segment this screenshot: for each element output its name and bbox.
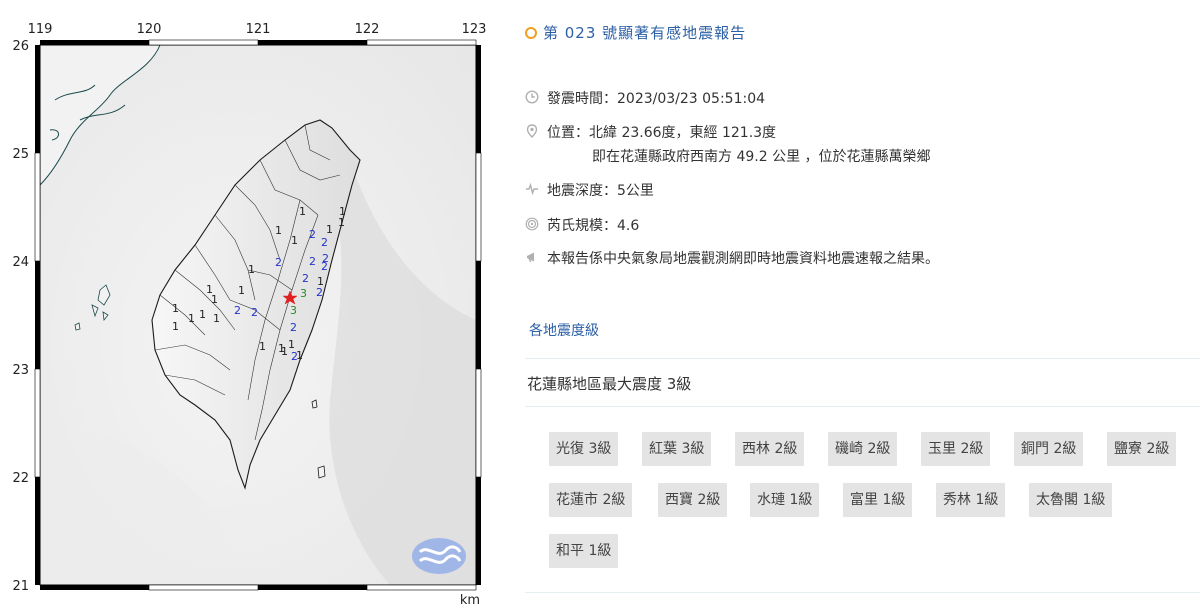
map-svg: 119 120 121 122 123 26 25 24 23 22 21 km… (12, 22, 487, 607)
intensity-mark: 2 (275, 256, 282, 269)
note-row: 本報告係中央氣象局地震觀測網即時地震資料地震速報之結果。 (525, 248, 939, 268)
intensity-mark: 1 (326, 223, 333, 236)
station-tag: 銅門 2級 (1014, 432, 1084, 466)
intensity-mark: 2 (251, 306, 258, 319)
divider (525, 406, 1200, 407)
intensity-mark: 1 (281, 345, 288, 358)
divider (525, 592, 1200, 593)
map-pin-icon (526, 124, 538, 138)
intensity-mark: 1 (172, 302, 179, 315)
intensity-mark: 2 (291, 350, 298, 363)
station-tag: 西林 2級 (735, 432, 805, 466)
intensity-mark: 2 (309, 255, 316, 268)
megaphone-icon (527, 252, 534, 262)
station-tag: 西寶 2級 (658, 483, 728, 517)
intensity-mark: 2 (316, 286, 323, 299)
depth-row: 地震深度：5公里 (525, 180, 654, 200)
origin-time-row: 發震時間：2023/03/23 05:51:04 (525, 88, 765, 108)
lon-tick: 119 (28, 22, 53, 37)
intensity-mark: 1 (211, 293, 218, 306)
report-title: 第 023 號顯著有感地震報告 (543, 24, 747, 42)
intensity-mark: 1 (248, 263, 255, 276)
intensity-mark: 1 (291, 234, 298, 247)
location-coordinates: 位置：北緯 23.66度，東經 121.3度 (547, 125, 777, 141)
station-tag: 鹽寮 2級 (1107, 432, 1177, 466)
intensity-mark: 1 (299, 205, 306, 218)
lat-tick: 22 (12, 471, 29, 486)
intensity-mark: 1 (188, 312, 195, 325)
depth-icon (526, 182, 538, 196)
scale-unit-label: km (460, 593, 480, 607)
origin-time: 發震時間：2023/03/23 05:51:04 (547, 91, 766, 107)
lat-tick: 21 (12, 579, 29, 594)
lon-tick: 120 (137, 22, 162, 37)
station-tag: 秀林 1級 (936, 483, 1006, 517)
report-title-row: 第 023 號顯著有感地震報告 (525, 22, 746, 43)
intensity-mark: 1 (338, 216, 345, 229)
intensity-mark: 3 (300, 287, 307, 300)
lat-tick: 24 (12, 255, 29, 270)
station-tag: 太魯閣 1級 (1029, 483, 1113, 517)
lat-tick: 26 (12, 39, 29, 54)
magnitude-icon (525, 217, 539, 231)
lat-tick: 23 (12, 363, 29, 378)
station-tag: 花蓮市 2級 (549, 483, 633, 517)
intensity-mark: 1 (172, 320, 179, 333)
intensity-section-link[interactable]: 各地震度級 (529, 320, 599, 340)
earthquake-report-panel: 第 023 號顯著有感地震報告 發震時間：2023/03/23 05:51:04… (525, 0, 1200, 607)
clock-icon (525, 90, 539, 104)
latitude-ticks: 26 25 24 23 22 21 (12, 39, 29, 594)
station-tag: 水璉 1級 (750, 483, 820, 517)
longitude-ticks: 119 120 121 122 123 (28, 22, 487, 37)
intensity-mark: 1 (259, 340, 266, 353)
intensity-mark: 2 (321, 260, 328, 273)
lon-tick: 121 (246, 22, 271, 37)
intensity-mark: 2 (234, 304, 241, 317)
intensity-mark: 1 (238, 284, 245, 297)
intensity-mark: 1 (213, 312, 220, 325)
max-intensity-heading: 花蓮縣地區最大震度 3級 (527, 375, 692, 393)
ring-bullet-icon (525, 26, 537, 39)
cwb-logo-icon (412, 538, 466, 574)
intensity-mark: 2 (290, 321, 297, 334)
lat-tick: 25 (12, 147, 29, 162)
station-tag: 和平 1級 (549, 534, 619, 568)
station-tag: 紅葉 3級 (642, 432, 712, 466)
station-tag: 玉里 2級 (921, 432, 991, 466)
intensity-mark: 1 (199, 308, 206, 321)
lon-tick: 123 (462, 22, 487, 37)
intensity-mark: 3 (290, 304, 297, 317)
intensity-mark: 1 (275, 224, 282, 237)
intensity-mark: 2 (321, 236, 328, 249)
report-note: 本報告係中央氣象局地震觀測網即時地震資料地震速報之結果。 (547, 251, 939, 267)
intensity-mark: 2 (309, 228, 316, 241)
station-tag: 磯崎 2級 (828, 432, 898, 466)
focal-depth: 地震深度：5公里 (547, 183, 654, 199)
location-description: 即在花蓮縣政府西南方 49.2 公里 ，位於花蓮縣萬榮鄉 (592, 149, 931, 165)
earthquake-map: 119 120 121 122 123 26 25 24 23 22 21 km… (0, 0, 495, 607)
lon-tick: 122 (355, 22, 380, 37)
intensity-mark: 2 (302, 272, 309, 285)
location-row: 位置：北緯 23.66度，東經 121.3度 (525, 122, 776, 142)
station-tag: 光復 3級 (549, 432, 619, 466)
magnitude-row: 芮氏規模：4.6 (525, 215, 639, 235)
divider (525, 358, 1200, 359)
station-tag: 富里 1級 (843, 483, 913, 517)
magnitude: 芮氏規模：4.6 (547, 218, 640, 234)
